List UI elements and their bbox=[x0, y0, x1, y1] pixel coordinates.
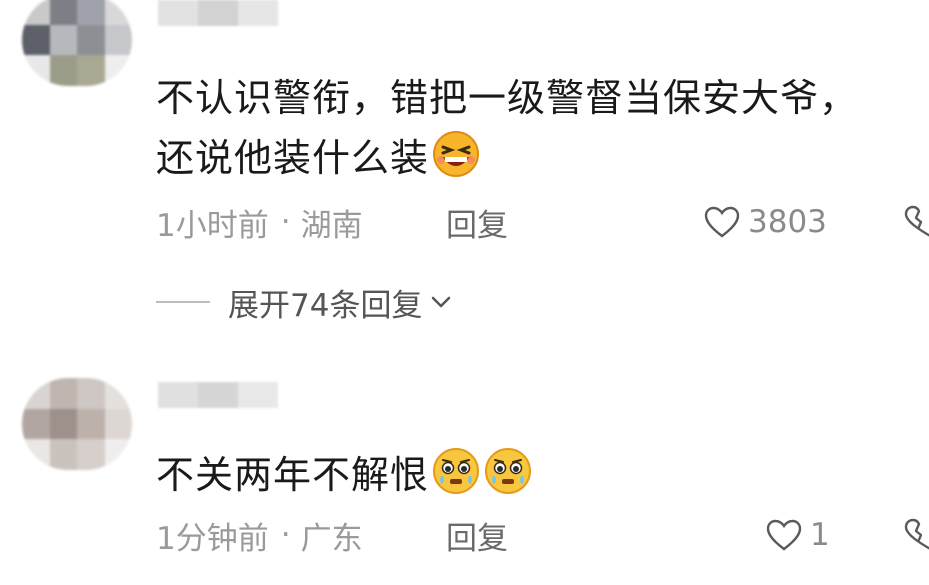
chevron-down-icon bbox=[432, 296, 451, 308]
like-count: 1 bbox=[810, 517, 830, 553]
avatar[interactable] bbox=[22, 0, 132, 86]
broken-heart-icon[interactable] bbox=[904, 205, 929, 239]
teary-emoji-icon bbox=[433, 448, 480, 494]
expand-replies-label: 展开74条回复 bbox=[228, 287, 423, 324]
separator-dot: · bbox=[280, 517, 291, 553]
comment-meta: 1小时前 · 湖南 回复 3803 bbox=[156, 200, 929, 245]
timestamp: 1分钟前 bbox=[156, 520, 269, 557]
comment-text: 不关两年不解恨 bbox=[156, 445, 889, 505]
reply-button[interactable]: 回复 bbox=[446, 200, 508, 245]
broken-heart-icon[interactable] bbox=[904, 518, 929, 552]
divider-line bbox=[156, 301, 210, 303]
comment-text: 不认识警衔，错把一级警督当保安大爷，还说他装什么装 bbox=[156, 76, 859, 180]
heart-icon bbox=[766, 519, 802, 551]
heart-icon bbox=[704, 206, 740, 238]
comment-item: 不关两年不解恨 1分钟前 · 广东 回复 1 bbox=[0, 362, 929, 585]
username-blurred[interactable] bbox=[158, 382, 278, 408]
teary-emoji-icon bbox=[485, 448, 532, 494]
username-blurred[interactable] bbox=[158, 0, 278, 26]
location: 广东 bbox=[300, 520, 363, 557]
reply-button[interactable]: 回复 bbox=[446, 513, 508, 558]
comment-meta: 1分钟前 · 广东 回复 1 bbox=[156, 513, 929, 558]
expand-replies-button[interactable]: 展开74条回复 bbox=[156, 280, 454, 324]
like-button[interactable]: 1 bbox=[766, 517, 830, 553]
like-button[interactable]: 3803 bbox=[704, 204, 827, 240]
comment-item: 不认识警衔，错把一级警督当保安大爷，还说他装什么装 1小时前 · 湖南 回复 3… bbox=[0, 0, 929, 360]
like-count: 3803 bbox=[748, 204, 827, 240]
location: 湖南 bbox=[300, 207, 363, 244]
timestamp: 1小时前 bbox=[156, 207, 269, 244]
avatar[interactable] bbox=[22, 378, 132, 470]
laughing-emoji-icon bbox=[433, 131, 480, 177]
separator-dot: · bbox=[280, 204, 291, 240]
